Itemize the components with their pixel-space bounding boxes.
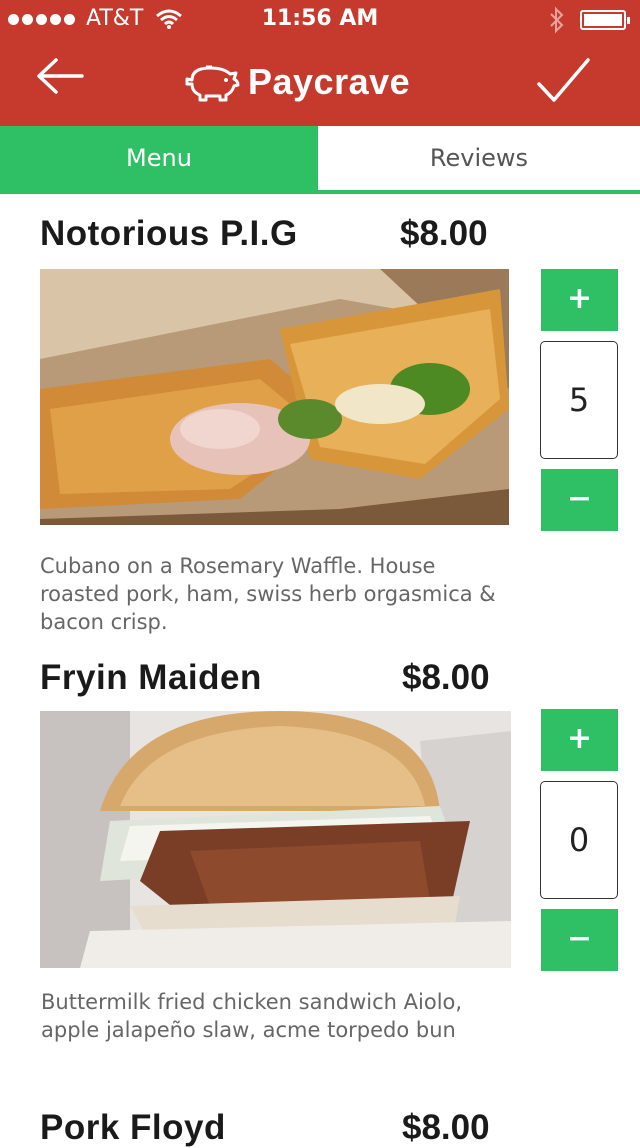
bluetooth-icon [550, 6, 564, 34]
decrement-button[interactable]: − [541, 909, 618, 971]
item-photo [40, 711, 511, 968]
pig-icon [185, 65, 240, 102]
confirm-button[interactable] [534, 56, 592, 106]
item-price: $8.00 [402, 1108, 490, 1147]
increment-button[interactable]: + [541, 269, 618, 331]
item-price: $8.00 [402, 658, 490, 697]
item-description: Cubano on a Rosemary Waffle. House roast… [40, 554, 496, 634]
tab-menu[interactable]: Menu [0, 126, 318, 190]
back-button[interactable] [34, 56, 88, 96]
tab-bar: Menu Reviews [0, 126, 640, 194]
item-name: Notorious P.I.G [40, 214, 298, 253]
increment-button[interactable]: + [541, 709, 618, 771]
item-price: $8.00 [400, 214, 488, 253]
quantity-field[interactable]: 5 [540, 341, 618, 459]
item-name: Fryin Maiden [40, 658, 262, 697]
quantity-field[interactable]: 0 [540, 781, 618, 899]
item-photo [40, 269, 509, 525]
battery-icon [580, 10, 630, 30]
item-description: Buttermilk fried chicken sandwich Aiolo,… [41, 990, 463, 1042]
brand-logo: Paycrave [184, 61, 411, 102]
tab-reviews[interactable]: Reviews [318, 126, 640, 190]
brand-name: Paycrave [248, 61, 411, 102]
status-bar: AT&T 11:56 AM [0, 0, 640, 40]
item-name: Pork Floyd [40, 1108, 226, 1147]
status-time: 11:56 AM [261, 6, 379, 31]
app-header: AT&T 11:56 AM Paycrave [0, 0, 640, 126]
decrement-button[interactable]: − [541, 469, 618, 531]
